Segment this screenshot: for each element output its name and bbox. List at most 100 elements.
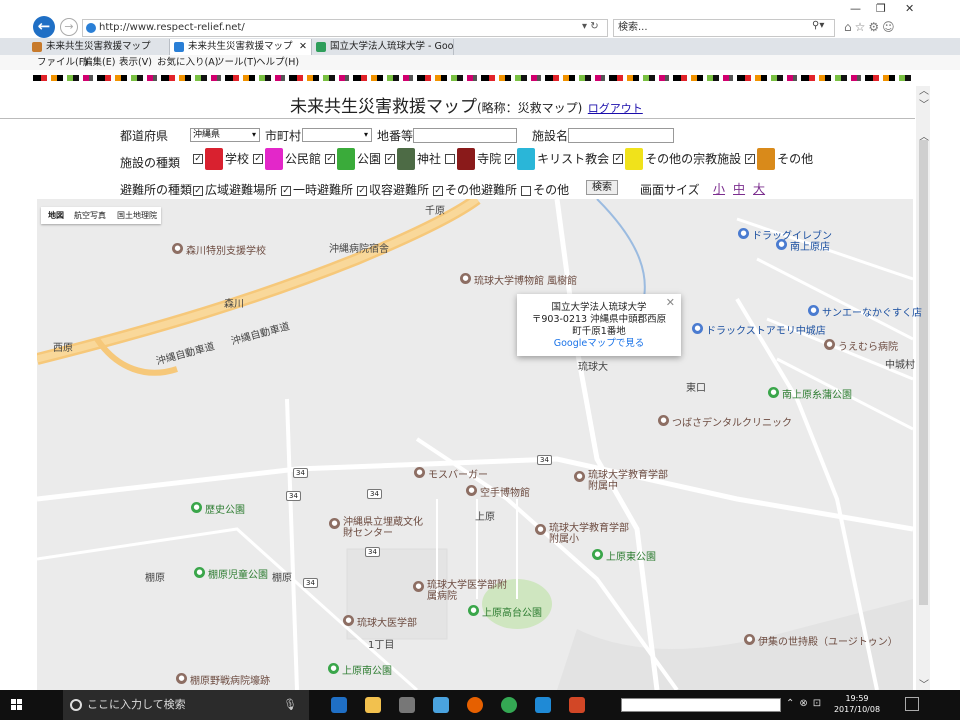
shelter-type-checkbox[interactable] [521, 185, 532, 196]
shop-marker-icon[interactable]: ● [808, 305, 819, 316]
powerpoint-icon[interactable] [569, 697, 585, 713]
refresh-icon[interactable]: ▾ ↻ [582, 21, 599, 32]
shelter-type-checkbox[interactable]: ✓ [193, 185, 203, 196]
edge-icon[interactable] [331, 697, 347, 713]
internet-explorer-icon[interactable] [535, 697, 551, 713]
place-marker-icon[interactable]: ● [460, 273, 471, 284]
facility-type-0[interactable]: ✓ 学校 [193, 148, 249, 170]
map-label[interactable]: つばさデンタルクリニック [672, 414, 792, 429]
place-marker-icon[interactable]: ● [824, 339, 835, 350]
facility-type-1[interactable]: ✓ 公民館 [253, 148, 321, 170]
map-label[interactable]: ドラックストアモリ中城店 [706, 322, 826, 337]
map-label[interactable]: 琉球大学博物館 風樹館 [474, 272, 577, 287]
place-marker-icon[interactable]: ● [343, 615, 354, 626]
place-marker-icon[interactable]: ● [172, 243, 183, 254]
scroll-up-icon[interactable]: ︿ [919, 82, 929, 97]
menu-edit[interactable]: 編集(E) [83, 55, 115, 70]
shop-marker-icon[interactable]: ● [692, 323, 703, 334]
facility-type-checkbox[interactable]: ✓ [745, 154, 756, 164]
facility-type-checkbox[interactable]: ✓ [505, 154, 516, 164]
map-label[interactable]: 上原高台公園 [482, 604, 542, 619]
facility-type-checkbox[interactable]: ✓ [253, 154, 264, 164]
park-marker-icon[interactable]: ● [328, 663, 339, 674]
map-label[interactable]: 南上原店 [790, 238, 830, 253]
forward-button[interactable]: → [60, 18, 78, 36]
map-label[interactable]: 棚原 [145, 569, 165, 584]
shelter-type-2[interactable]: ✓ 収容避難所 [357, 183, 429, 197]
size-small-link[interactable]: 小 [713, 182, 725, 196]
map-label[interactable]: 西原 [53, 339, 73, 354]
facility-type-checkbox[interactable]: ✓ [193, 154, 203, 164]
facility-type-checkbox[interactable]: ✓ [325, 154, 336, 164]
chrome-icon[interactable] [501, 697, 517, 713]
close-icon[interactable]: ✕ [666, 297, 675, 309]
logout-link[interactable]: ログアウト [588, 102, 643, 115]
search-button[interactable]: 検索 [586, 180, 618, 195]
size-large-link[interactable]: 大 [753, 182, 765, 196]
shelter-type-0[interactable]: ✓ 広域避難場所 [193, 183, 277, 197]
address-bar[interactable]: http://www.respect-relief.net/ [82, 19, 608, 37]
map-label[interactable]: 千原 [425, 202, 445, 217]
map-label[interactable]: 沖縄病院宿舎 [329, 240, 389, 255]
menu-file[interactable]: ファイル(F) [37, 55, 88, 70]
map-label[interactable]: 棚原野戦病院壕跡 [190, 672, 270, 687]
map-label[interactable]: 上原南公園 [342, 662, 392, 677]
notification-icon[interactable] [905, 697, 919, 711]
tray-icons[interactable]: ⌃⊗⊡ [786, 698, 826, 709]
map-type-gsi[interactable]: 国土地理院 [117, 207, 157, 224]
file-explorer-icon[interactable] [365, 697, 381, 713]
map-label[interactable]: 琉球大学教育学部附属小 [549, 523, 629, 545]
app-icon[interactable] [433, 697, 449, 713]
map-label[interactable]: 森川特別支援学校 [186, 242, 266, 257]
map-label[interactable]: サンエーなかぐすく店 [822, 304, 922, 319]
facility-type-checkbox[interactable]: ✓ [385, 154, 396, 164]
map-label[interactable]: 1丁目 [368, 636, 394, 651]
size-medium-link[interactable]: 中 [733, 182, 745, 196]
map-label[interactable]: 中城村 [885, 356, 915, 371]
map-label[interactable]: 空手博物館 [480, 484, 530, 499]
map-type-map[interactable]: 地図 [48, 207, 64, 224]
map-label[interactable]: 沖縄県立埋蔵文化財センター [343, 517, 423, 539]
firefox-icon[interactable] [467, 697, 483, 713]
facility-type-3[interactable]: ✓ 神社 [385, 148, 441, 170]
place-marker-icon[interactable]: ● [535, 524, 546, 535]
scrollbar-thumb[interactable] [919, 140, 928, 605]
restore-icon[interactable]: ❐ [876, 2, 886, 15]
place-marker-icon[interactable]: ● [658, 415, 669, 426]
start-button[interactable] [0, 690, 33, 720]
scroll-down-arrow-icon[interactable]: ﹀ [919, 676, 929, 691]
facility-type-2[interactable]: ✓ 公園 [325, 148, 381, 170]
taskbar-address-input[interactable] [621, 698, 781, 712]
store-icon[interactable] [399, 697, 415, 713]
taskbar-search-input[interactable]: ここに入力して検索 🎙 [63, 690, 309, 720]
place-marker-icon[interactable]: ● [466, 485, 477, 496]
place-marker-icon[interactable]: ● [413, 581, 424, 592]
place-marker-icon[interactable]: ● [574, 471, 585, 482]
back-button[interactable]: ← [33, 16, 55, 38]
shelter-type-1[interactable]: ✓ 一時避難所 [281, 183, 353, 197]
place-marker-icon[interactable]: ● [414, 467, 425, 478]
shelter-type-checkbox[interactable]: ✓ [433, 185, 444, 196]
map-label[interactable]: 南上原糸蒲公園 [782, 386, 852, 401]
shop-marker-icon[interactable]: ● [776, 239, 787, 250]
tab-3[interactable]: 国立大学法人琉球大学 - Googl... [312, 39, 454, 55]
shelter-type-checkbox[interactable]: ✓ [281, 185, 292, 196]
map-label[interactable]: 琉球大 [578, 358, 608, 373]
map-label[interactable]: うえむら病院 [838, 338, 898, 353]
menu-help[interactable]: ヘルプ(H) [256, 55, 299, 70]
shelter-type-checkbox[interactable]: ✓ [357, 185, 368, 196]
google-maps-link[interactable]: Googleマップで見る [517, 338, 681, 350]
facility-name-input[interactable] [568, 128, 674, 143]
map-type-satellite[interactable]: 航空写真 [74, 207, 106, 224]
park-marker-icon[interactable]: ● [468, 605, 479, 616]
close-window-icon[interactable]: ✕ [905, 2, 914, 15]
place-marker-icon[interactable]: ● [329, 518, 340, 529]
menu-view[interactable]: 表示(V) [119, 55, 152, 70]
park-marker-icon[interactable]: ● [768, 387, 779, 398]
place-marker-icon[interactable]: ● [744, 634, 755, 645]
city-select[interactable]: ▾ [302, 128, 372, 142]
address-input[interactable] [413, 128, 517, 143]
map-label[interactable]: 東口 [686, 379, 706, 394]
park-marker-icon[interactable]: ● [191, 502, 202, 513]
facility-type-5[interactable]: ✓ キリスト教会 [505, 148, 609, 170]
